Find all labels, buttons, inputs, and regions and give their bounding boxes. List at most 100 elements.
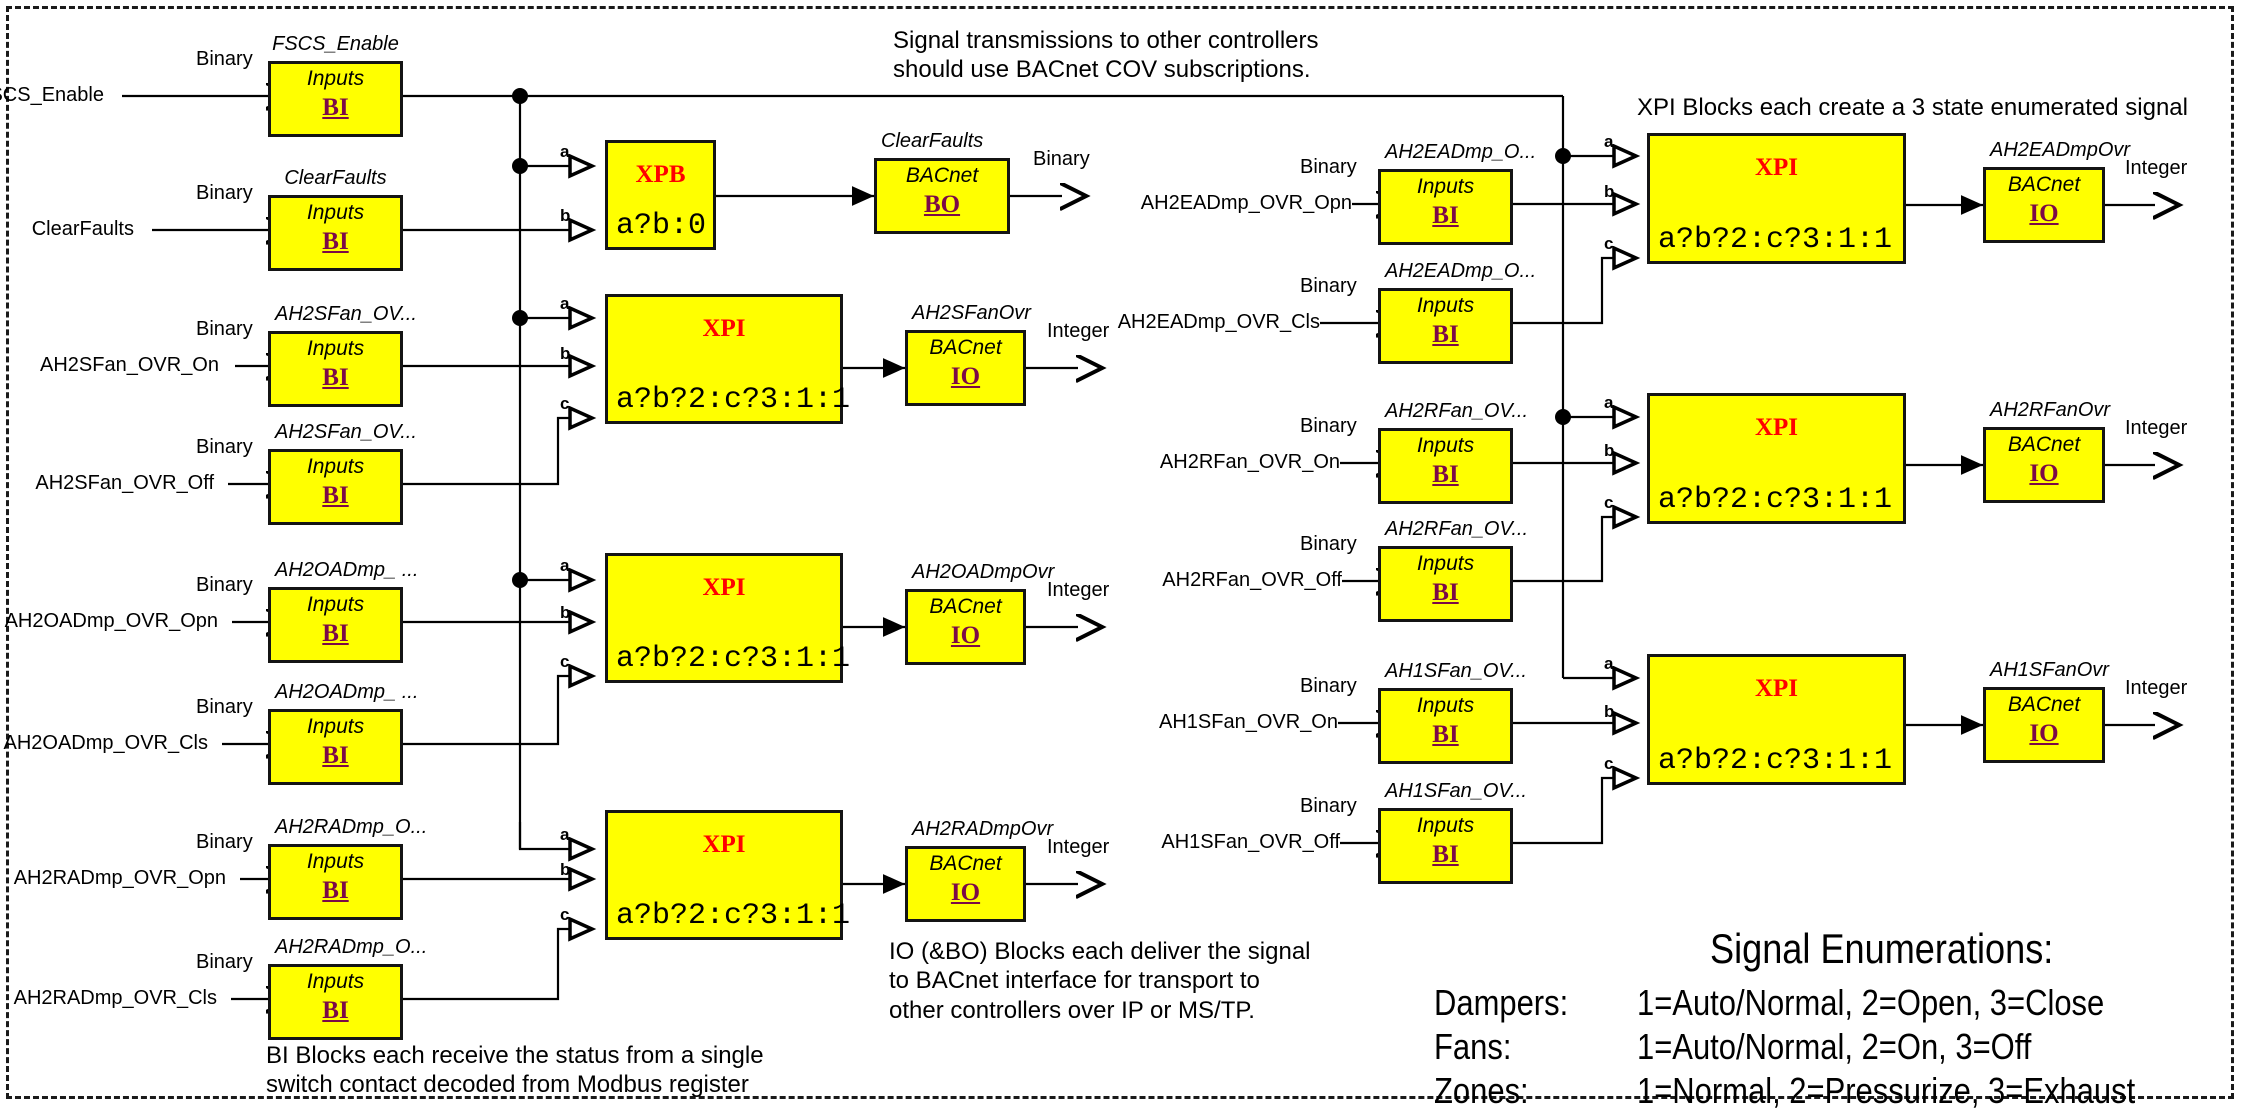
bi-block-ah2rfan-ovr-off[interactable]: AH2RFan_OV... Inputs BI [1378, 518, 1528, 622]
xpi-block-ah1sfanovr[interactable]: XPI a?b?2:c?3:1:1 [1647, 654, 1906, 785]
block-function-name: XPI [1754, 414, 1799, 441]
bi-block-ah2oadmp-ovr-cls[interactable]: AH2OADmp_ ... Inputs BI [268, 681, 418, 785]
note-top-center: Signal transmissions to other controller… [893, 27, 1319, 84]
port-label-a: a [1604, 393, 1614, 412]
signal-label: AH2RFan_OVR_On [1159, 451, 1340, 473]
signal-label: AH2RADmp_OVR_Cls [13, 987, 217, 1009]
block-kind: Inputs [306, 715, 365, 738]
bi-block-ah1sfan-ovr-on[interactable]: AH1SFan_OV... Inputs BI [1378, 660, 1527, 764]
bo-block-clearfaults[interactable]: ClearFaults BACnet BO [874, 130, 1010, 234]
signal-type-label: Binary [1300, 275, 1357, 297]
bi-block-clearfaults[interactable]: ClearFaults Inputs BI [268, 167, 403, 271]
block-kind: BACnet [929, 336, 1002, 359]
port-label-c: c [1604, 493, 1614, 512]
block-code: BI [1432, 461, 1459, 488]
block-code: IO [950, 879, 981, 906]
bi-block-ah2radmp-ovr-opn[interactable]: AH2RADmp_O... Inputs BI [268, 816, 427, 920]
signal-type-label: Binary [1300, 156, 1357, 178]
block-title: AH2OADmp_ ... [275, 681, 419, 703]
block-code: IO [2029, 200, 2059, 227]
xpi-block-ah2rfanovr[interactable]: XPI a?b?2:c?3:1:1 [1647, 393, 1906, 524]
block-kind: BACnet [2007, 173, 2081, 196]
xpi-block-ah2eadmpovr[interactable]: XPI a?b?2:c?3:1:1 [1647, 133, 1906, 264]
enumeration-category: Dampers: [1434, 982, 1569, 1023]
signal-type-label: Binary [1300, 795, 1357, 817]
port-label-a: a [560, 556, 570, 575]
bi-block-ah2rfan-ovr-on[interactable]: AH2RFan_OV... Inputs BI [1378, 400, 1528, 504]
signal-type-label: Binary [196, 831, 253, 853]
block-code: BI [322, 620, 349, 647]
signal-type-label: Binary [1300, 675, 1357, 697]
block-kind: Inputs [1416, 434, 1475, 457]
port-label-b: b [1604, 182, 1615, 201]
signal-type-label: Binary [196, 48, 253, 70]
xpi-block-ah2radmpovr[interactable]: XPI a?b?2:c?3:1:1 [605, 810, 850, 940]
note-top-right: XPI Blocks each create a 3 state enumera… [1637, 94, 2188, 121]
block-title: AH2EADmp_O... [1385, 260, 1537, 282]
signal-type-label: Binary [1033, 148, 1090, 170]
block-kind: Inputs [1416, 552, 1475, 575]
bi-block-ah2sfan-ovr-off[interactable]: AH2SFan_OV... Inputs BI [268, 421, 417, 525]
block-code: BO [923, 191, 961, 218]
block-expression: a?b?2:c?3:1:1 [616, 383, 851, 417]
signal-label: AH2EADmp_OVR_Cls [1117, 311, 1320, 333]
signal-type-label: Integer [2125, 157, 2188, 179]
block-code: BI [322, 228, 349, 255]
bi-block-ah2eadmp-ovr-cls[interactable]: AH2EADmp_O... Inputs BI [1378, 260, 1536, 364]
io-block-ah2oadmpovr[interactable]: AH2OADmpOvr BACnet IO [905, 561, 1054, 665]
block-expression: a?b?2:c?3:1:1 [1658, 223, 1893, 257]
xpi-block-ah2oadmpovr[interactable]: XPI a?b?2:c?3:1:1 [605, 553, 850, 683]
signal-type-label: Binary [196, 951, 253, 973]
io-block-ah2eadmpovr[interactable]: AH2EADmpOvr BACnet IO [1983, 139, 2130, 243]
block-title: AH2SFanOvr [912, 302, 1031, 324]
port-label-b: b [1604, 441, 1615, 460]
signal-type-label: Integer [2125, 417, 2188, 439]
signal-label: FSCS_Enable [0, 84, 104, 106]
io-block-ah2rfanovr[interactable]: AH2RFanOvr BACnet IO [1983, 399, 2110, 503]
block-code: BI [322, 364, 349, 391]
block-expression: a?b?2:c?3:1:1 [1658, 744, 1893, 778]
bi-block-fscs-enable[interactable]: FSCS_Enable Inputs BI [268, 33, 403, 137]
block-kind: Inputs [1416, 694, 1475, 717]
signal-type-label: Integer [2125, 677, 2188, 699]
port-label-c: c [560, 905, 570, 924]
block-function-name: XPI [702, 315, 746, 342]
port-label-c: c [1604, 754, 1614, 773]
bi-block-ah2oadmp-ovr-opn[interactable]: AH2OADmp_ ... Inputs BI [268, 559, 418, 663]
note-bottom-left: BI Blocks each receive the status from a… [266, 1042, 764, 1099]
bi-block-ah2radmp-ovr-cls[interactable]: AH2RADmp_O... Inputs BI [268, 936, 427, 1040]
port-label-b: b [560, 206, 571, 225]
signal-type-label: Binary [196, 318, 253, 340]
xpi-block-ah2sfanovr[interactable]: XPI a?b?2:c?3:1:1 [605, 294, 850, 424]
block-kind: Inputs [1416, 814, 1475, 837]
block-kind: BACnet [2007, 693, 2081, 716]
signal-type-label: Integer [1047, 320, 1110, 342]
bi-block-ah2sfan-ovr-on[interactable]: AH2SFan_OV... Inputs BI [268, 303, 417, 407]
block-code: BI [322, 997, 349, 1024]
block-title: AH2OADmp_ ... [275, 559, 419, 581]
block-title: AH2EADmpOvr [1990, 139, 2131, 161]
signal-type-label: Integer [1047, 579, 1110, 601]
bi-block-ah2eadmp-ovr-opn[interactable]: AH2EADmp_O... Inputs BI [1378, 141, 1536, 245]
signal-label: AH2OADmp_OVR_Cls [3, 732, 208, 754]
signal-label: ClearFaults [31, 218, 134, 240]
io-block-ah2sfanovr[interactable]: AH2SFanOvr BACnet IO [905, 302, 1031, 406]
io-block-ah1sfanovr[interactable]: AH1SFanOvr BACnet IO [1983, 659, 2109, 763]
signal-label: AH1SFan_OVR_On [1159, 711, 1338, 733]
block-title: AH2RADmp_O... [275, 816, 428, 838]
port-label-b: b [560, 603, 571, 622]
block-code: BI [1432, 841, 1459, 868]
block-code: BI [1432, 579, 1459, 606]
xpb-block-clearfaults[interactable]: XPB a?b:0 [605, 140, 716, 250]
io-block-ah2radmpovr[interactable]: AH2RADmpOvr BACnet IO [905, 818, 1053, 922]
bi-block-ah1sfan-ovr-off[interactable]: AH1SFan_OV... Inputs BI [1378, 780, 1527, 884]
signal-type-label: Integer [1047, 836, 1110, 858]
block-kind: BACnet [929, 595, 1002, 618]
block-code: BI [1432, 202, 1459, 229]
block-title: AH2OADmpOvr [912, 561, 1055, 583]
block-kind: Inputs [306, 67, 365, 90]
signal-label: AH2SFan_OVR_On [40, 354, 219, 376]
enumeration-values: 1=Auto/Normal, 2=On, 3=Off [1637, 1026, 2032, 1067]
port-label-c: c [1604, 234, 1614, 253]
signal-type-label: Binary [1300, 533, 1357, 555]
